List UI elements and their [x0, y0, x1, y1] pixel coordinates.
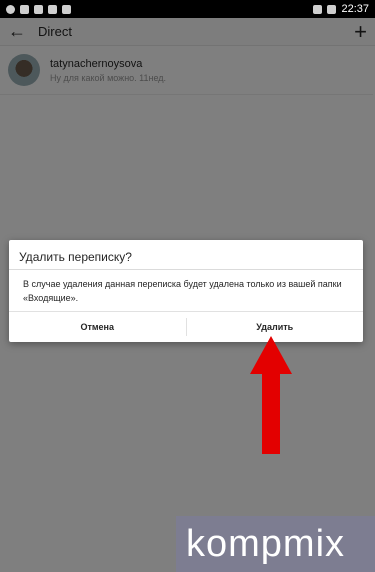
cancel-button[interactable]: Отмена	[9, 312, 186, 342]
instagram-icon	[48, 4, 57, 14]
wifi-icon	[313, 4, 323, 14]
clock: 22:37	[341, 3, 369, 15]
dialog-actions: Отмена Удалить	[9, 311, 363, 342]
watermark-logo: kompmix	[186, 523, 346, 565]
red-arrow-annotation-icon	[250, 336, 292, 454]
delete-conversation-dialog: Удалить переписку? В случае удаления дан…	[9, 240, 363, 342]
status-icons-left	[6, 4, 71, 14]
status-bar: 22:37	[0, 0, 375, 18]
dialog-title: Удалить переписку?	[19, 250, 132, 264]
battery-icon	[327, 4, 337, 14]
status-icons-right: 22:37	[313, 3, 369, 15]
app-notification-icon	[6, 4, 15, 14]
email-icon	[62, 4, 71, 14]
lock-icon	[20, 4, 29, 14]
dialog-message: В случае удаления данная переписка будет…	[23, 279, 342, 303]
gallery-icon	[34, 4, 43, 14]
